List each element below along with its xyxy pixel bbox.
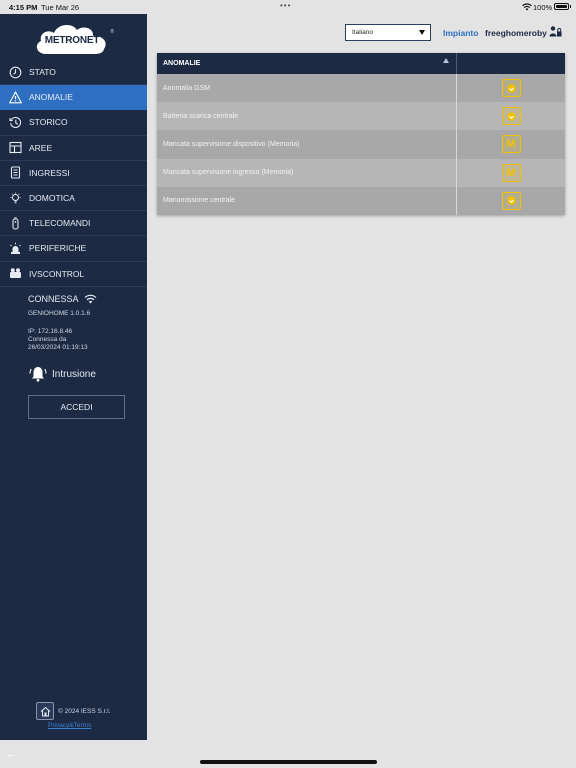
- column-header-anomalie[interactable]: ANOMALIE: [157, 53, 457, 74]
- logo-registered-mark: ®: [110, 29, 114, 35]
- home-indicator[interactable]: [200, 760, 377, 764]
- connection-status: CONNESSA: [28, 294, 138, 304]
- battery-percentage: 100%: [533, 3, 553, 12]
- sidebar-item-domotica[interactable]: DOMOTICA: [0, 186, 147, 212]
- home-icon: [40, 706, 50, 716]
- warning-status-badge: [501, 79, 521, 98]
- connection-info: CONNESSA GENIOHOME 1.0.1.6 IP: 172.16.8.…: [28, 294, 138, 351]
- alarm-bell-icon: [29, 367, 47, 382]
- ip-address: IP: 172.16.8.46: [28, 328, 73, 335]
- sidebar-item-ivscontrol[interactable]: IVSCONTROL: [0, 262, 147, 287]
- sidebar-item-ingressi[interactable]: INGRESSI: [0, 161, 147, 186]
- multitasking-dots-icon[interactable]: •••: [280, 1, 291, 10]
- status-time: 4:15 PM: [9, 3, 38, 12]
- sidebar-item-periferiche[interactable]: PERIFERICHE: [0, 236, 147, 262]
- table-row[interactable]: Anomalia GSM: [157, 74, 565, 103]
- sensor-icon: [9, 166, 22, 179]
- sidebar-item-label: TELECOMANDI: [29, 218, 91, 229]
- anomaly-status-cell: [457, 187, 565, 215]
- camera-icon: [9, 267, 22, 280]
- sidebar-footer: © 2024 IESS S.r.l.: [36, 702, 110, 720]
- copyright-text: © 2024 IESS S.r.l.: [58, 707, 111, 715]
- sidebar-menu: STATO ANOMALIE STORICO AREE INGRESSI DOM…: [0, 60, 147, 287]
- back-arrow-icon[interactable]: ←: [6, 748, 17, 760]
- anomaly-status-cell: [457, 102, 565, 130]
- chevron-down-icon: [419, 30, 425, 35]
- sidebar-item-stato[interactable]: STATO: [0, 60, 147, 86]
- privacy-terms-link[interactable]: Privacy&Terms: [48, 722, 91, 729]
- memory-status-badge: M: [501, 135, 521, 154]
- language-value: Italiano: [352, 29, 373, 36]
- sidebar-item-telecomandi[interactable]: TELECOMANDI: [0, 211, 147, 237]
- sidebar-item-storico[interactable]: STORICO: [0, 110, 147, 136]
- siren-icon: [9, 242, 22, 255]
- anomaly-name: Mancata supervisione dispositivo (Memori…: [157, 130, 457, 159]
- sidebar-item-label: STORICO: [29, 117, 68, 128]
- warning-icon: [9, 91, 22, 104]
- alert-status-icon: [506, 83, 516, 93]
- sidebar-item-label: STATO: [29, 67, 56, 78]
- table-row[interactable]: Batteria scarica centrale: [157, 102, 565, 131]
- areas-icon: [9, 141, 22, 154]
- wifi-icon: [84, 294, 96, 304]
- connection-status-label: CONNESSA: [28, 294, 79, 304]
- anomaly-name: Anomalia GSM: [157, 74, 457, 103]
- alert-status-icon: [506, 112, 516, 121]
- anomaly-name: Manomissione centrale: [157, 186, 457, 215]
- warning-status-badge: [501, 107, 521, 126]
- wifi-status-icon: [522, 3, 532, 11]
- sidebar-item-label: PERIFERICHE: [29, 243, 87, 254]
- anomaly-name: Batteria scarica centrale: [157, 102, 457, 131]
- firmware-version: GENIOHOME 1.0.1.6: [28, 310, 91, 317]
- sidebar-item-label: DOMOTICA: [29, 193, 75, 204]
- language-select[interactable]: Italiano: [345, 24, 431, 41]
- anomaly-status-cell: M: [457, 130, 565, 158]
- clock-icon: [9, 66, 22, 79]
- intrusion-label: Intrusione: [52, 368, 96, 380]
- sidebar-item-anomalie[interactable]: ANOMALIE: [0, 85, 147, 111]
- user-lock-icon[interactable]: [549, 25, 562, 38]
- table-row[interactable]: Manomissione centrale: [157, 186, 565, 215]
- sidebar-item-label: ANOMALIE: [29, 92, 73, 103]
- column-header-label: ANOMALIE: [163, 60, 201, 67]
- anomalies-table: ANOMALIE Anomalia GSM Batteria scarica c…: [157, 53, 565, 215]
- impianto-link[interactable]: Impianto: [443, 28, 478, 38]
- sidebar-item-label: IVSCONTROL: [29, 268, 85, 279]
- connected-since-value: 26/03/2024 01:19:13: [28, 344, 88, 351]
- sort-ascending-icon[interactable]: [443, 58, 449, 63]
- table-row[interactable]: Mancata supervisione dispositivo (Memori…: [157, 130, 565, 159]
- alert-status-icon: [506, 196, 516, 206]
- sidebar-item-label: INGRESSI: [29, 167, 70, 178]
- bulb-icon: [9, 192, 22, 205]
- connected-since-label: Connessa da: [28, 336, 67, 343]
- username: freeghomeroby: [485, 28, 547, 38]
- home-button[interactable]: [36, 702, 54, 720]
- history-icon: [9, 116, 22, 129]
- remote-icon: [9, 217, 22, 230]
- sidebar-item-label: AREE: [29, 142, 53, 153]
- table-row[interactable]: Mancata supervisione ingresso (Memoria) …: [157, 158, 565, 187]
- warning-status-badge: [501, 191, 521, 210]
- status-bar: 4:15 PM Tue Mar 26 ••• 100%: [0, 0, 576, 14]
- sidebar: METRONET ® STATO ANOMALIE STORICO AREE I…: [0, 14, 147, 740]
- column-header-status: [457, 53, 565, 74]
- anomaly-status-cell: [457, 74, 565, 102]
- table-header: ANOMALIE: [157, 53, 565, 74]
- battery-icon: [554, 3, 569, 10]
- logo-text: METRONET: [44, 35, 100, 46]
- anomaly-status-cell: M: [457, 159, 565, 187]
- metronet-logo[interactable]: METRONET ®: [32, 20, 114, 58]
- memory-status-badge: M: [501, 163, 521, 182]
- login-button[interactable]: ACCEDI: [28, 395, 125, 419]
- status-date: Tue Mar 26: [41, 3, 80, 12]
- intrusion-status: Intrusione: [28, 364, 96, 384]
- sidebar-item-aree[interactable]: AREE: [0, 136, 147, 161]
- anomaly-name: Mancata supervisione ingresso (Memoria): [157, 158, 457, 187]
